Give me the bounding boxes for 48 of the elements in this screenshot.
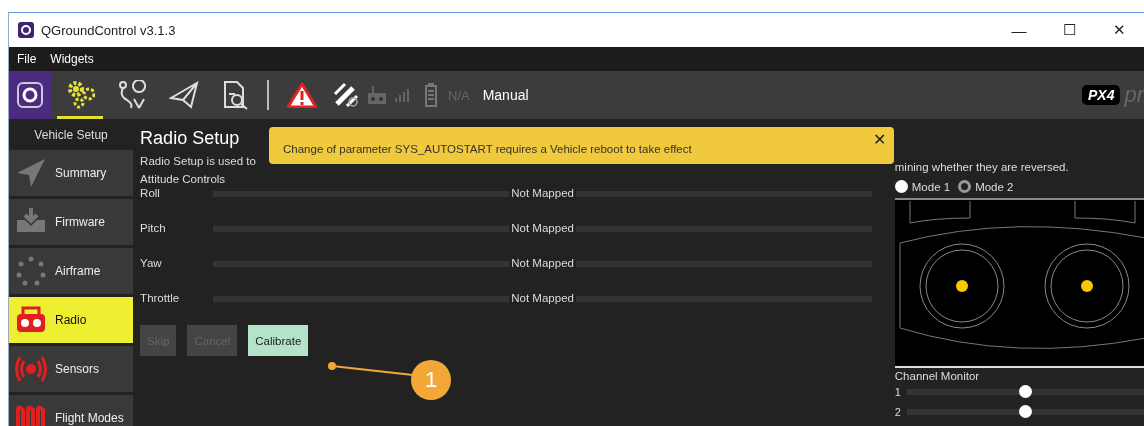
description-text: Radio Setup is used to <box>140 155 257 167</box>
radio-label: Mode 1 <box>911 180 951 193</box>
maximize-button[interactable]: ☐ <box>1044 21 1094 39</box>
mapping-status: Not Mapped <box>509 292 576 302</box>
menu-item[interactable]: File <box>17 52 37 66</box>
page-title: Radio Setup <box>140 128 240 149</box>
paper-plane-icon <box>169 80 199 110</box>
brand-logo: PX4 <box>1081 85 1121 105</box>
section-heading: Channel Monitor <box>894 370 981 382</box>
sidebar-title: Vehicle Setup <box>33 127 109 144</box>
paper-plane-icon <box>15 157 47 189</box>
action-button[interactable]: Calibrate <box>248 325 309 356</box>
signal-icon <box>395 88 409 102</box>
logo-button[interactable] <box>9 71 51 119</box>
callout-marker: 1 <box>411 360 451 400</box>
sidebar-item[interactable]: Radio <box>9 297 134 343</box>
close-button[interactable]: ✕ <box>873 130 886 149</box>
radio-button[interactable] <box>958 180 972 193</box>
channel-label: Roll <box>140 186 161 199</box>
sidebar-item[interactable]: Firmware <box>9 199 134 245</box>
sidebar-item[interactable]: Sensors <box>9 346 134 392</box>
close-button[interactable]: ✕ <box>1094 21 1144 39</box>
channel-number: 1 <box>894 386 902 398</box>
channel-label: Pitch <box>140 221 167 234</box>
notification-text: Change of parameter SYS_AUTOSTART requires a Vehicle reboot to take effect <box>283 142 693 155</box>
battery-icon[interactable] <box>425 83 437 107</box>
menu-item[interactable]: Widgets <box>50 52 94 66</box>
mapping-status: Not Mapped <box>509 222 576 232</box>
sidebar-item[interactable]: Flight Modes <box>9 395 134 426</box>
flight-mode-selector[interactable]: Manual <box>482 87 529 103</box>
mapping-status: Not Mapped <box>509 257 576 267</box>
channel-label: Yaw <box>140 256 163 269</box>
channel-number: 2 <box>894 406 902 418</box>
app-logo-icon <box>16 81 44 109</box>
window-title: QGroundControl v3.1.3 <box>41 22 177 38</box>
app-logo-icon <box>18 22 34 38</box>
channel-label: Throttle <box>140 291 181 304</box>
mapping-status: Not Mapped <box>509 187 576 197</box>
section-heading: Attitude Controls <box>140 173 227 185</box>
description-text: mining whether they are reversed. <box>894 161 1070 173</box>
sidebar-item[interactable]: Airframe <box>9 248 134 294</box>
radio-label: Mode 2 <box>975 180 1014 193</box>
route-pin-icon <box>117 80 147 110</box>
radio-button[interactable] <box>894 180 908 193</box>
sidebar-item[interactable]: Summary <box>9 150 134 196</box>
dotted-circle-icon <box>15 255 47 287</box>
warning-icon[interactable] <box>287 82 317 108</box>
minimize-button[interactable]: — <box>994 21 1044 39</box>
